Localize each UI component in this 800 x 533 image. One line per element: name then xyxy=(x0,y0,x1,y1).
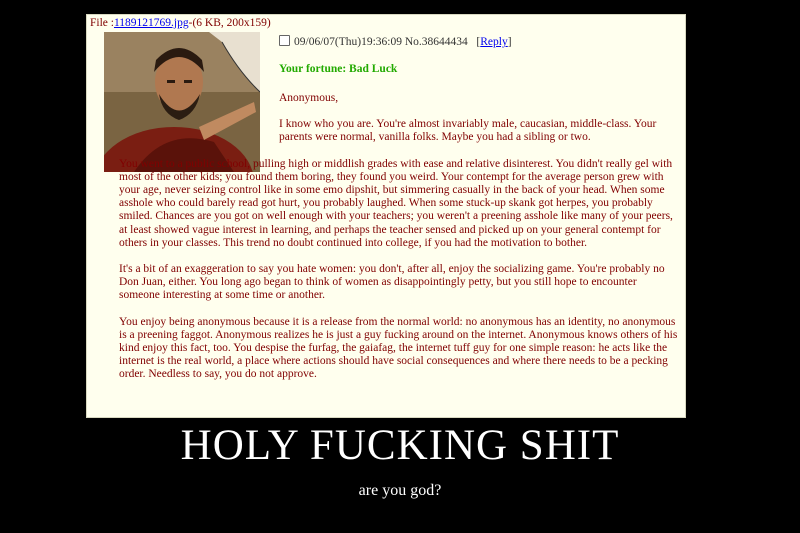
file-info: File :1189121769.jpg-(6 KB, 200x159) xyxy=(90,17,271,30)
post-paragraph: It's a bit of an exaggeration to say you… xyxy=(119,263,665,302)
file-details: -(6 KB, 200x159) xyxy=(188,17,271,29)
post-checkbox[interactable] xyxy=(279,35,290,46)
file-link[interactable]: 1189121769.jpg xyxy=(114,17,189,29)
post-paragraph: You went to a public school, pulling hig… xyxy=(119,157,673,249)
poster-title: HOLY FUCKING SHIT xyxy=(180,422,620,469)
forum-post: File :1189121769.jpg-(6 KB, 200x159) 09/… xyxy=(86,14,686,418)
post-datetime: 09/06/07(Thu)19:36:09 xyxy=(294,36,402,48)
post-number[interactable]: No.38644434 xyxy=(405,36,468,48)
post-body: Anonymous, I know who you are. You're al… xyxy=(119,92,679,395)
file-prefix: File : xyxy=(90,17,114,29)
post-header: 09/06/07(Thu)19:36:09 No.38644434 [Reply… xyxy=(279,35,512,49)
post-paragraph: You enjoy being anonymous because it is … xyxy=(119,315,678,381)
reply-link[interactable]: Reply xyxy=(480,36,507,48)
post-salutation: Anonymous, xyxy=(279,92,339,104)
poster-subtitle: are you god? xyxy=(358,482,442,499)
fortune-text: Your fortune: Bad Luck xyxy=(279,63,398,75)
post-paragraph: I know who you are. You're almost invari… xyxy=(279,118,657,144)
